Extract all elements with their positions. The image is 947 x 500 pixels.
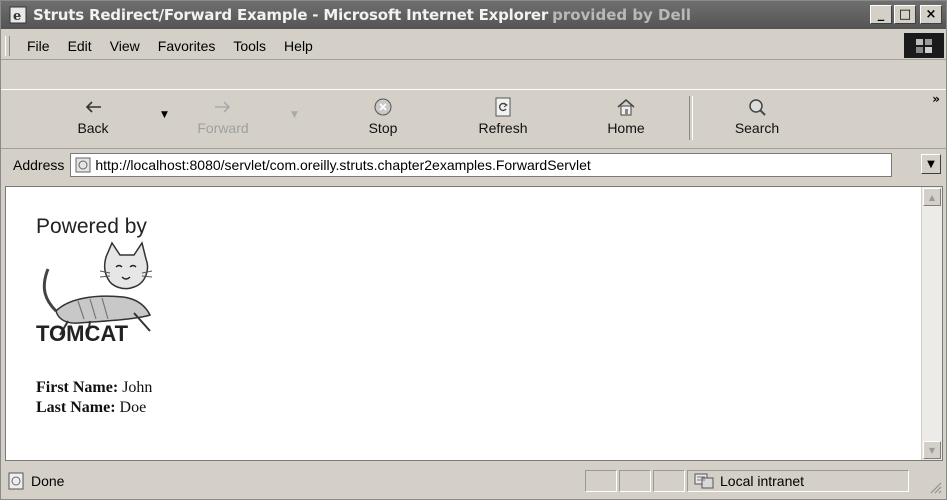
resize-grip-icon[interactable] bbox=[930, 482, 942, 494]
search-icon bbox=[746, 96, 768, 118]
title-bar[interactable]: e Struts Redirect/Forward Example - Micr… bbox=[1, 1, 946, 29]
home-icon bbox=[615, 96, 637, 118]
forward-button[interactable]: Forward bbox=[183, 94, 263, 144]
menu-view[interactable]: View bbox=[101, 38, 149, 54]
stop-icon bbox=[372, 96, 394, 118]
window-title: Struts Redirect/Forward Example - Micros… bbox=[33, 6, 549, 24]
back-dropdown-icon[interactable]: ▼ bbox=[161, 110, 168, 120]
menu-grip[interactable] bbox=[5, 36, 10, 56]
scroll-down-icon[interactable]: ▼ bbox=[923, 441, 941, 459]
refresh-icon bbox=[492, 96, 514, 118]
address-dropdown-icon[interactable]: ▼ bbox=[921, 154, 941, 174]
tomcat-logo-text: TOMCAT bbox=[36, 321, 129, 346]
address-bar: Address http://localhost:8080/servlet/co… bbox=[1, 149, 946, 181]
home-label: Home bbox=[607, 120, 645, 136]
address-input[interactable]: http://localhost:8080/servlet/com.oreill… bbox=[70, 153, 893, 177]
vertical-scrollbar[interactable]: ▲ ▼ bbox=[921, 187, 942, 460]
minimize-button[interactable]: _ bbox=[870, 5, 892, 24]
menu-edit[interactable]: Edit bbox=[59, 38, 101, 54]
menu-file[interactable]: File bbox=[18, 38, 59, 54]
window-controls: _ □ × bbox=[870, 5, 942, 24]
forward-label: Forward bbox=[197, 120, 249, 136]
page-content: Powered by TOMCAT First Name: John Last … bbox=[5, 186, 943, 461]
close-button[interactable]: × bbox=[920, 5, 942, 24]
local-intranet-icon bbox=[694, 473, 714, 489]
windows-logo-icon bbox=[904, 33, 944, 58]
forward-arrow-icon bbox=[212, 96, 234, 118]
menu-help[interactable]: Help bbox=[275, 38, 322, 54]
menu-favorites[interactable]: Favorites bbox=[149, 38, 225, 54]
ie-logo-icon: e bbox=[9, 6, 27, 24]
status-main-pane: Done bbox=[7, 469, 583, 493]
status-text: Done bbox=[31, 473, 65, 489]
standard-toolbar: Back ▼ Forward ▼ Stop Refresh Home Searc… bbox=[1, 89, 946, 149]
window-title-suffix: provided by Dell bbox=[552, 6, 691, 24]
page-favicon-icon bbox=[75, 157, 91, 173]
search-button[interactable]: Search bbox=[717, 94, 797, 144]
svg-text:e: e bbox=[13, 9, 21, 24]
maximize-button[interactable]: □ bbox=[894, 5, 916, 24]
zone-text: Local intranet bbox=[720, 473, 805, 489]
home-button[interactable]: Home bbox=[586, 94, 666, 144]
back-button[interactable]: Back bbox=[53, 94, 133, 144]
menu-bar: File Edit View Favorites Tools Help bbox=[1, 33, 946, 60]
security-zone[interactable]: Local intranet bbox=[687, 470, 909, 492]
refresh-button[interactable]: Refresh bbox=[463, 94, 543, 144]
page-done-icon bbox=[8, 472, 24, 490]
back-label: Back bbox=[77, 120, 109, 136]
browser-window: e Struts Redirect/Forward Example - Micr… bbox=[0, 0, 947, 500]
stop-button[interactable]: Stop bbox=[343, 94, 423, 144]
status-bar: Done Local intranet bbox=[1, 464, 946, 498]
forward-dropdown-icon[interactable]: ▼ bbox=[291, 110, 298, 120]
status-pane bbox=[653, 470, 685, 492]
back-arrow-icon bbox=[82, 96, 104, 118]
scroll-up-icon[interactable]: ▲ bbox=[923, 188, 941, 206]
last-name-row: Last Name: Doe bbox=[36, 399, 146, 417]
powered-by-text: Powered by bbox=[36, 215, 147, 238]
refresh-label: Refresh bbox=[478, 120, 528, 136]
status-pane bbox=[585, 470, 617, 492]
address-label: Address bbox=[13, 157, 65, 173]
search-label: Search bbox=[734, 120, 780, 136]
toolbar-more-chevron-icon[interactable]: » bbox=[932, 92, 940, 106]
first-name-value: John bbox=[122, 379, 153, 396]
toolbar-separator bbox=[689, 96, 693, 140]
stop-label: Stop bbox=[368, 120, 398, 136]
address-url: http://localhost:8080/servlet/com.oreill… bbox=[95, 157, 591, 173]
last-name-value: Doe bbox=[119, 399, 147, 416]
last-name-label: Last Name: bbox=[36, 399, 116, 416]
menu-tools[interactable]: Tools bbox=[224, 38, 275, 54]
first-name-row: First Name: John bbox=[36, 379, 152, 397]
first-name-label: First Name: bbox=[36, 379, 119, 396]
status-pane bbox=[619, 470, 651, 492]
